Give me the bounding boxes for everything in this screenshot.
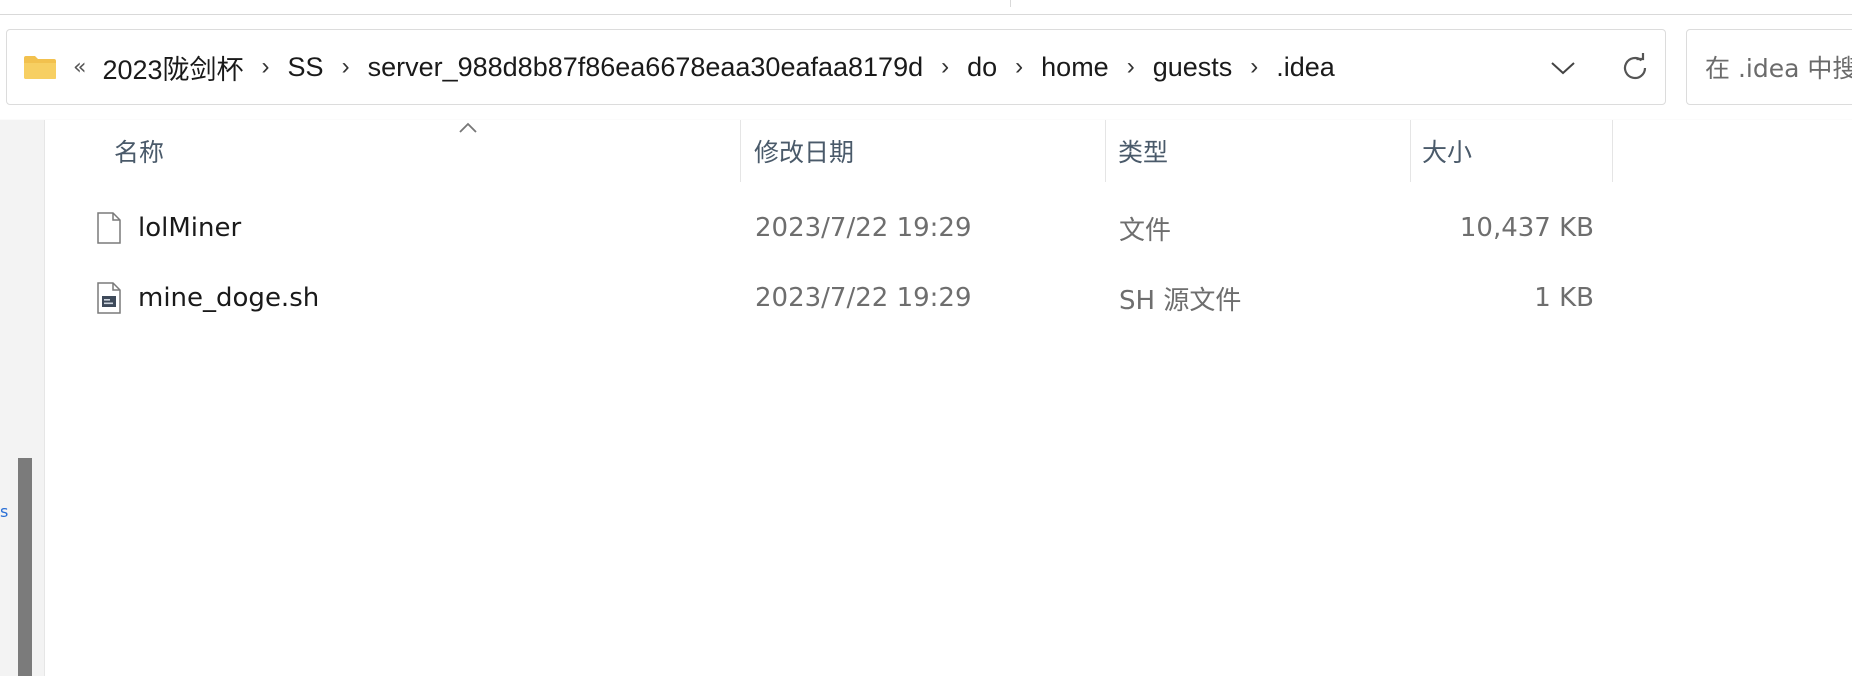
refresh-button[interactable] — [1613, 46, 1657, 90]
breadcrumb-chevron-icon[interactable]: › — [1015, 53, 1023, 81]
file-type: 文件 — [1119, 215, 1172, 246]
breadcrumb-item-2023[interactable]: 2023陇剑杯 — [100, 48, 245, 87]
column-header-modified[interactable]: 修改日期 — [742, 120, 1102, 182]
file-type: SH 源文件 — [1119, 285, 1242, 316]
tab-strip-edge — [1010, 0, 1852, 7]
column-header-type[interactable]: 类型 — [1106, 120, 1406, 182]
column-divider[interactable] — [740, 120, 741, 182]
breadcrumb-overflow-button[interactable]: « — [73, 55, 86, 80]
column-divider[interactable] — [1612, 120, 1613, 182]
address-bar[interactable]: « 2023陇剑杯 › SS › server_988d8b87f86ea667… — [6, 29, 1666, 105]
title-strip — [0, 0, 1852, 15]
column-header-row: 名称 修改日期 类型 大小 — [44, 120, 1852, 182]
folder-icon — [23, 54, 57, 80]
file-list-pane: s 名称 修改日期 类型 大小 lolMiner 2023/7/22 19:29… — [0, 120, 1852, 676]
file-size: 10,437 KB — [1459, 213, 1594, 243]
nav-pane-scrollbar[interactable] — [18, 458, 32, 676]
breadcrumb-chevron-icon[interactable]: › — [342, 53, 350, 81]
navigation-pane: s — [0, 120, 45, 676]
breadcrumb-chevron-icon[interactable]: › — [1250, 53, 1258, 81]
breadcrumb-item-ss[interactable]: SS — [286, 52, 326, 83]
file-name: lolMiner — [138, 213, 242, 243]
nav-pane-item-fragment[interactable]: s — [0, 502, 8, 521]
breadcrumb-chevron-icon[interactable]: › — [1127, 53, 1135, 81]
breadcrumb-chevron-icon[interactable]: › — [262, 53, 270, 81]
search-input[interactable]: 在 .idea 中搜 — [1686, 29, 1852, 105]
chevron-down-icon — [1551, 62, 1575, 75]
file-size: 1 KB — [1534, 283, 1594, 313]
column-header-name[interactable]: 名称 — [102, 120, 622, 182]
file-explorer-window: « 2023陇剑杯 › SS › server_988d8b87f86ea667… — [0, 0, 1852, 676]
address-history-dropdown[interactable] — [1543, 48, 1583, 88]
file-modified: 2023/7/22 19:29 — [755, 213, 972, 243]
breadcrumb-item-home[interactable]: home — [1039, 52, 1111, 83]
address-row: « 2023陇剑杯 › SS › server_988d8b87f86ea667… — [0, 15, 1852, 119]
file-name: mine_doge.sh — [138, 283, 320, 313]
blank-file-icon — [97, 212, 121, 244]
breadcrumb: 2023陇剑杯 › SS › server_988d8b87f86ea6678e… — [100, 48, 1336, 87]
breadcrumb-item-do[interactable]: do — [965, 52, 999, 83]
refresh-icon — [1623, 53, 1647, 80]
script-file-icon — [97, 282, 121, 314]
breadcrumb-item-idea[interactable]: .idea — [1274, 52, 1337, 83]
breadcrumb-item-server[interactable]: server_988d8b87f86ea6678eaa30eafaa8179d — [366, 52, 926, 83]
column-header-size[interactable]: 大小 — [1410, 120, 1610, 182]
file-modified: 2023/7/22 19:29 — [755, 283, 972, 313]
file-row-lolminer[interactable]: lolMiner 2023/7/22 19:29 文件 10,437 KB — [44, 198, 1594, 258]
breadcrumb-chevron-icon[interactable]: › — [941, 53, 949, 81]
file-row-mine-doge[interactable]: mine_doge.sh 2023/7/22 19:29 SH 源文件 1 KB — [44, 268, 1594, 328]
breadcrumb-item-guests[interactable]: guests — [1151, 52, 1235, 83]
